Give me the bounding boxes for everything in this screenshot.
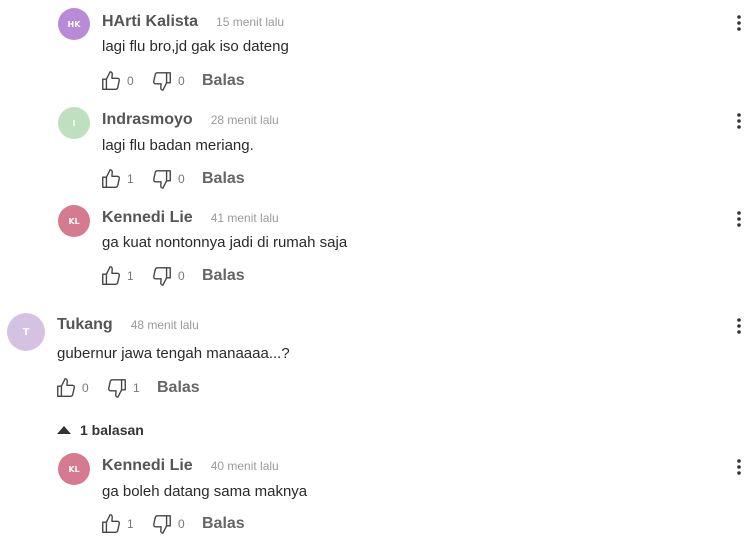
more-vertical-icon xyxy=(737,318,741,334)
comment-actions: 1 0 Balas xyxy=(100,167,245,191)
dislike-count: 0 xyxy=(178,74,185,88)
comment-author[interactable]: Kennedi Lie xyxy=(102,209,193,227)
caret-up-icon xyxy=(57,426,71,434)
thumbs-down-icon xyxy=(153,170,171,189)
comment-text: lagi flu bro,jd gak iso dateng xyxy=(102,38,289,55)
comment-author[interactable]: Indrasmoyo xyxy=(102,111,193,129)
comment-header: Indrasmoyo 28 menit lalu xyxy=(102,111,279,129)
comment-time: 41 menit lalu xyxy=(210,211,279,225)
like-count: 0 xyxy=(82,381,89,395)
thumbs-up-icon xyxy=(102,266,120,285)
comment-text: ga kuat nontonnya jadi di rumah saja xyxy=(102,234,348,251)
comment-actions: 1 0 Balas xyxy=(100,264,245,288)
dislike-count: 1 xyxy=(133,381,140,395)
comment-time: 28 menit lalu xyxy=(210,113,279,127)
comment-text: lagi flu badan meriang. xyxy=(102,137,254,154)
reply-button[interactable]: Balas xyxy=(202,170,245,188)
comment-author[interactable]: HArti Kalista xyxy=(102,13,198,31)
dislike-button[interactable]: 0 xyxy=(151,70,192,92)
like-count: 1 xyxy=(127,269,134,283)
comment-header: Tukang 48 menit lalu xyxy=(57,316,199,334)
thumbs-down-icon xyxy=(108,379,126,398)
more-vertical-icon xyxy=(737,459,741,475)
dislike-count: 0 xyxy=(178,269,185,283)
more-options-button[interactable] xyxy=(733,459,745,475)
avatar: HK xyxy=(58,8,90,40)
comment-author[interactable]: Tukang xyxy=(57,316,113,334)
comment-header: Kennedi Lie 41 menit lalu xyxy=(102,209,279,227)
thumbs-down-icon xyxy=(153,515,171,534)
like-count: 1 xyxy=(127,172,134,186)
more-options-button[interactable] xyxy=(733,211,745,227)
comment-author[interactable]: Kennedi Lie xyxy=(102,457,193,475)
comment-actions: 0 0 Balas xyxy=(100,69,245,93)
dislike-count: 0 xyxy=(178,517,185,531)
comment-text: gubernur jawa tengah manaaaa...? xyxy=(57,345,290,362)
replies-toggle-label: 1 balasan xyxy=(80,422,144,438)
like-count: 0 xyxy=(127,74,134,88)
reply-button[interactable]: Balas xyxy=(202,515,245,533)
comment-time: 40 menit lalu xyxy=(210,459,279,473)
like-button[interactable]: 0 xyxy=(55,377,96,399)
comment-text: ga boleh datang sama maknya xyxy=(102,483,308,500)
reply-button[interactable]: Balas xyxy=(202,72,245,90)
more-options-button[interactable] xyxy=(733,15,745,31)
more-options-button[interactable] xyxy=(733,113,745,129)
comment-time: 15 menit lalu xyxy=(216,15,285,29)
comment-time: 48 menit lalu xyxy=(130,318,199,332)
more-vertical-icon xyxy=(737,15,741,31)
thumbs-up-icon xyxy=(102,169,120,188)
thumbs-up-icon xyxy=(102,514,120,533)
like-button[interactable]: 0 xyxy=(100,70,141,92)
more-vertical-icon xyxy=(737,113,741,129)
like-button[interactable]: 1 xyxy=(100,168,141,190)
avatar: KL xyxy=(58,205,90,237)
replies-toggle-button[interactable]: 1 balasan xyxy=(57,422,144,438)
thumbs-down-icon xyxy=(153,267,171,286)
like-button[interactable]: 1 xyxy=(100,265,141,287)
avatar: KL xyxy=(58,453,90,485)
comment-actions: 0 1 Balas xyxy=(55,376,200,400)
reply-button[interactable]: Balas xyxy=(202,267,245,285)
dislike-button[interactable]: 0 xyxy=(151,168,192,190)
thumbs-up-icon xyxy=(102,71,120,90)
like-button[interactable]: 1 xyxy=(100,513,141,535)
comment-header: HArti Kalista 15 menit lalu xyxy=(102,13,284,31)
comment-header: Kennedi Lie 40 menit lalu xyxy=(102,457,279,475)
more-vertical-icon xyxy=(737,211,741,227)
avatar: I xyxy=(58,107,90,139)
dislike-button[interactable]: 0 xyxy=(151,513,192,535)
thumbs-down-icon xyxy=(153,72,171,91)
dislike-button[interactable]: 1 xyxy=(106,377,147,399)
comment-actions: 1 0 Balas xyxy=(100,512,245,536)
thumbs-up-icon xyxy=(57,378,75,397)
reply-button[interactable]: Balas xyxy=(157,379,200,397)
dislike-button[interactable]: 0 xyxy=(151,265,192,287)
avatar: T xyxy=(7,313,45,351)
more-options-button[interactable] xyxy=(733,318,745,334)
like-count: 1 xyxy=(127,517,134,531)
dislike-count: 0 xyxy=(178,172,185,186)
